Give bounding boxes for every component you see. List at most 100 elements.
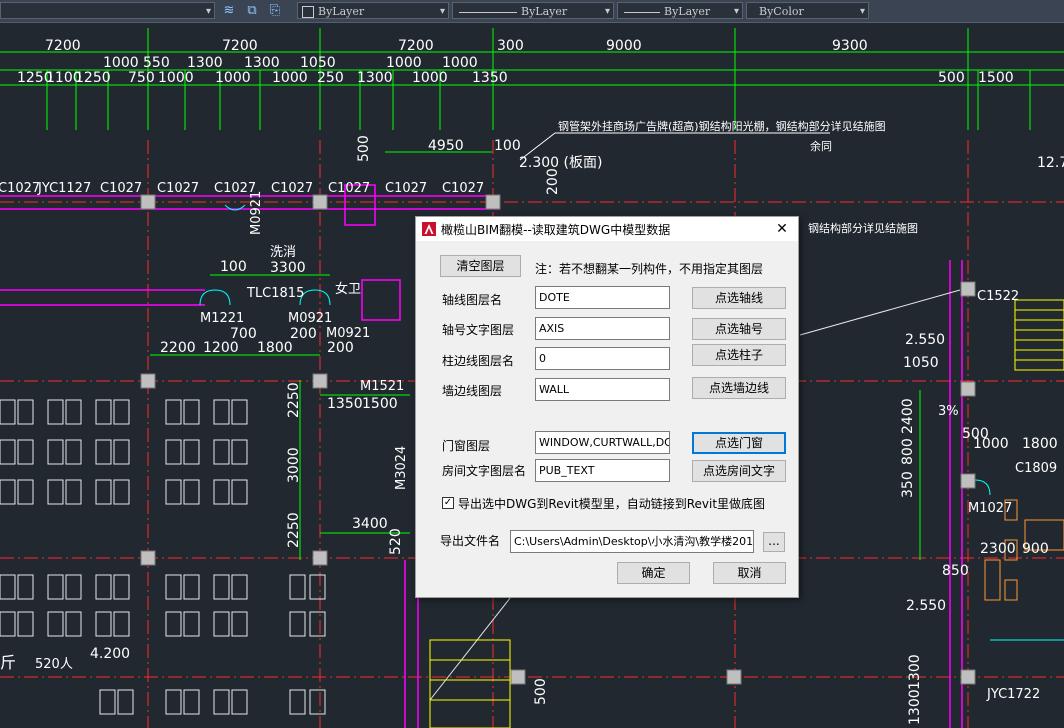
color-dropdown[interactable]: ByLayer ▾	[297, 2, 449, 19]
dim-text: 1300	[357, 70, 393, 86]
window-tag: C1027	[100, 181, 142, 196]
wall-layer-label: 墙边线图层	[442, 384, 503, 398]
properties-toolbar: ▾ ≋ ⧉ ⎘ ByLayer ▾ ByLayer ▾ ByLayer ▾ By…	[0, 0, 1064, 23]
layer-match-icon[interactable]: ⧉	[243, 2, 261, 20]
cancel-button[interactable]: 取消	[713, 562, 786, 584]
dim-text: 500	[938, 70, 965, 86]
window-tag: C1027	[385, 181, 427, 196]
dim-text: 4.200	[90, 646, 130, 662]
dim-text: 550	[143, 55, 170, 71]
dim-text: 2400	[900, 398, 916, 434]
layer-make-current-icon[interactable]: ≋	[220, 2, 238, 20]
dim-text: 900	[1022, 541, 1049, 557]
dim-text: 1050	[300, 55, 336, 71]
dim-text: 1300	[907, 654, 923, 690]
dim-text: 2250	[286, 382, 302, 418]
dim-text: 2200	[160, 340, 196, 356]
axis-layer-input[interactable]: DOTE	[535, 286, 670, 309]
dim-text: 2300	[980, 541, 1016, 557]
annotation-note: 钢结构部分详见结施图	[808, 221, 918, 235]
dim-text: 3300	[270, 260, 306, 276]
dim-text: 500	[356, 135, 372, 162]
export-path-input[interactable]: C:\Users\Admin\Desktop\小水清沟\教学楼2016C	[510, 530, 754, 553]
dim-text: 1000	[158, 70, 194, 86]
door-tag: M0921	[288, 311, 332, 326]
door-window-layer-label: 门窗图层	[442, 439, 491, 453]
close-icon[interactable]: ✕	[772, 219, 792, 239]
window-tag: C1027	[0, 181, 40, 196]
dim-text: 1500	[978, 70, 1014, 86]
clear-layer-button[interactable]: 清空图层	[440, 255, 521, 277]
lineweight-dropdown[interactable]: ByLayer ▾	[617, 2, 743, 19]
annotation-note: 余同	[810, 139, 832, 153]
checkmark-icon: ✓	[443, 497, 453, 508]
room-capacity: 520人	[35, 657, 73, 672]
room-name: 斤	[0, 653, 16, 672]
dim-text: 200	[290, 326, 317, 342]
layer-dropdown[interactable]: ▾	[0, 2, 215, 19]
read-dwg-dialog: 橄榄山BIM翻模--读取建筑DWG中模型数据 ✕ 清空图层 注：若不想翻某一列构…	[415, 216, 799, 598]
pick-door-window-button[interactable]: 点选门窗	[692, 432, 786, 454]
axis-layer-label: 轴线图层名	[442, 293, 503, 307]
window-tag: TLC1815	[246, 286, 304, 301]
dim-text: 3000	[286, 447, 302, 483]
window-tag: C1027	[271, 181, 313, 196]
chevron-down-icon: ▾	[859, 6, 865, 17]
door-tag: M1521	[360, 379, 404, 394]
chevron-down-icon: ▾	[604, 6, 610, 17]
layer-previous-icon[interactable]: ⎘	[266, 2, 284, 20]
dim-text: 1300	[187, 55, 223, 71]
column-layer-input[interactable]: 0	[535, 347, 670, 370]
plot-style-dropdown[interactable]: ByColor ▾	[746, 2, 869, 19]
pick-wall-button[interactable]: 点选墙边线	[692, 377, 786, 399]
chevron-down-icon: ▾	[205, 6, 211, 17]
dim-text: 500	[533, 678, 549, 705]
annotation-note: 钢管架外挂商场广告牌(超高)钢结构阳光棚，钢结构部分详见结施图	[558, 119, 886, 133]
dim-text: 2250	[286, 512, 302, 548]
room-text-layer-label: 房间文字图层名	[442, 464, 527, 478]
export-link-checkbox-label: 导出选中DWG到Revit模型里，自动链接到Revit里做底图	[458, 497, 766, 511]
window-tag: C1027	[442, 181, 484, 196]
export-link-checkbox[interactable]: ✓	[442, 497, 454, 509]
dim-text: 700	[230, 326, 257, 342]
window-tag: JYC1127	[37, 181, 91, 196]
pick-axis-button[interactable]: 点选轴线	[692, 287, 786, 309]
pick-room-text-button[interactable]: 点选房间文字	[692, 460, 786, 482]
dim-text: 9000	[606, 38, 642, 54]
ok-button[interactable]: 确定	[617, 562, 690, 584]
pick-column-button[interactable]: 点选柱子	[692, 344, 786, 366]
color-swatch	[302, 6, 314, 18]
dim-text: 12.7	[1037, 155, 1064, 171]
dim-text: 1000	[412, 70, 448, 86]
window-tag: C1027	[157, 181, 199, 196]
linetype-preview	[459, 11, 517, 13]
dim-text: 1000	[442, 55, 478, 71]
wall-layer-input[interactable]: WALL	[535, 378, 670, 401]
pick-axis-number-button[interactable]: 点选轴号	[692, 318, 786, 340]
axis-text-layer-input[interactable]: AXIS	[535, 317, 670, 340]
window-tag: C1522	[977, 289, 1019, 304]
browse-button[interactable]: ...	[763, 532, 785, 552]
door-tag: M0921	[326, 326, 370, 341]
column-layer-label: 柱边线图层名	[442, 354, 515, 368]
dim-text: 1250	[75, 70, 111, 86]
dim-text: 250	[317, 70, 344, 86]
door-tag: M1027	[968, 501, 1012, 516]
dim-text: 1000	[386, 55, 422, 71]
chevron-down-icon: ▾	[439, 6, 445, 17]
export-file-label: 导出文件名	[440, 534, 501, 548]
dim-text: 1200	[203, 340, 239, 356]
dim-text: 100	[494, 138, 521, 154]
dialog-titlebar[interactable]: 橄榄山BIM翻模--读取建筑DWG中模型数据 ✕	[416, 217, 798, 241]
door-window-layer-input[interactable]: WINDOW,CURTWALL,DOO	[535, 431, 670, 454]
room-text-layer-input[interactable]: PUB_TEXT	[535, 459, 670, 482]
dim-text: 800	[900, 438, 916, 465]
dim-text: 2.550	[906, 598, 946, 614]
room-name: 女卫	[335, 281, 361, 297]
lineweight-preview	[624, 11, 660, 13]
room-name: 洗消	[270, 245, 296, 260]
dim-text: 1000	[103, 55, 139, 71]
linetype-dropdown[interactable]: ByLayer ▾	[452, 2, 614, 19]
dim-text: 100	[220, 259, 247, 275]
dim-text: 1800	[1022, 436, 1058, 452]
